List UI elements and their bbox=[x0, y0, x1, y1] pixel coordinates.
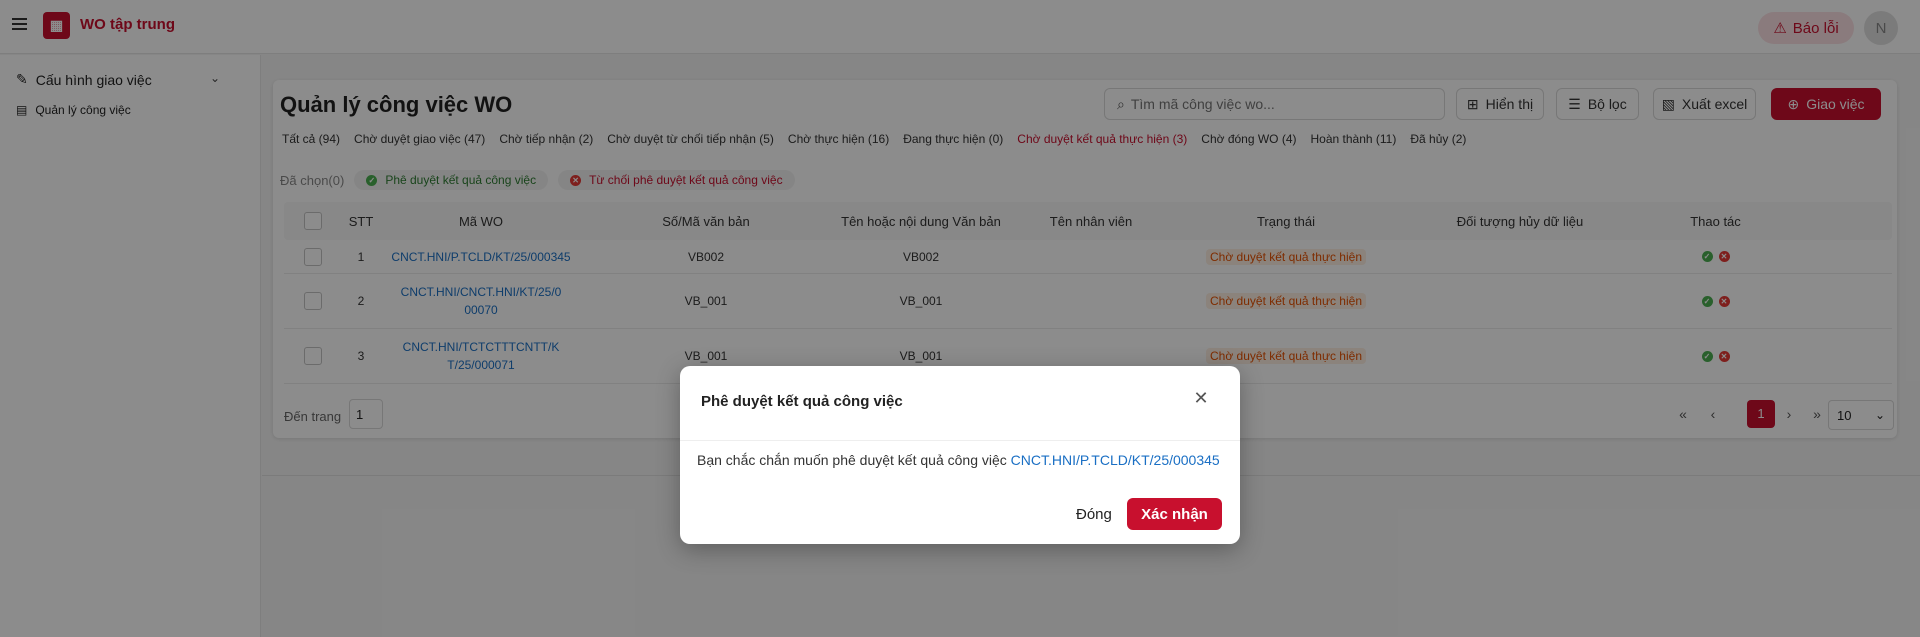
modal-title: Phê duyệt kết quả công việc bbox=[701, 393, 903, 410]
approve-modal: Phê duyệt kết quả công việc ✕ Bạn chắc c… bbox=[680, 366, 1240, 544]
close-icon[interactable]: ✕ bbox=[1190, 388, 1212, 409]
confirm-button[interactable]: Xác nhận bbox=[1127, 498, 1222, 530]
close-button[interactable]: Đóng bbox=[1066, 498, 1122, 530]
modal-divider bbox=[680, 440, 1240, 441]
modal-message: Bạn chắc chắn muốn phê duyệt kết quả côn… bbox=[697, 452, 1011, 468]
modal-body: Bạn chắc chắn muốn phê duyệt kết quả côn… bbox=[697, 452, 1220, 468]
modal-wo-code: CNCT.HNI/P.TCLD/KT/25/000345 bbox=[1010, 452, 1220, 468]
